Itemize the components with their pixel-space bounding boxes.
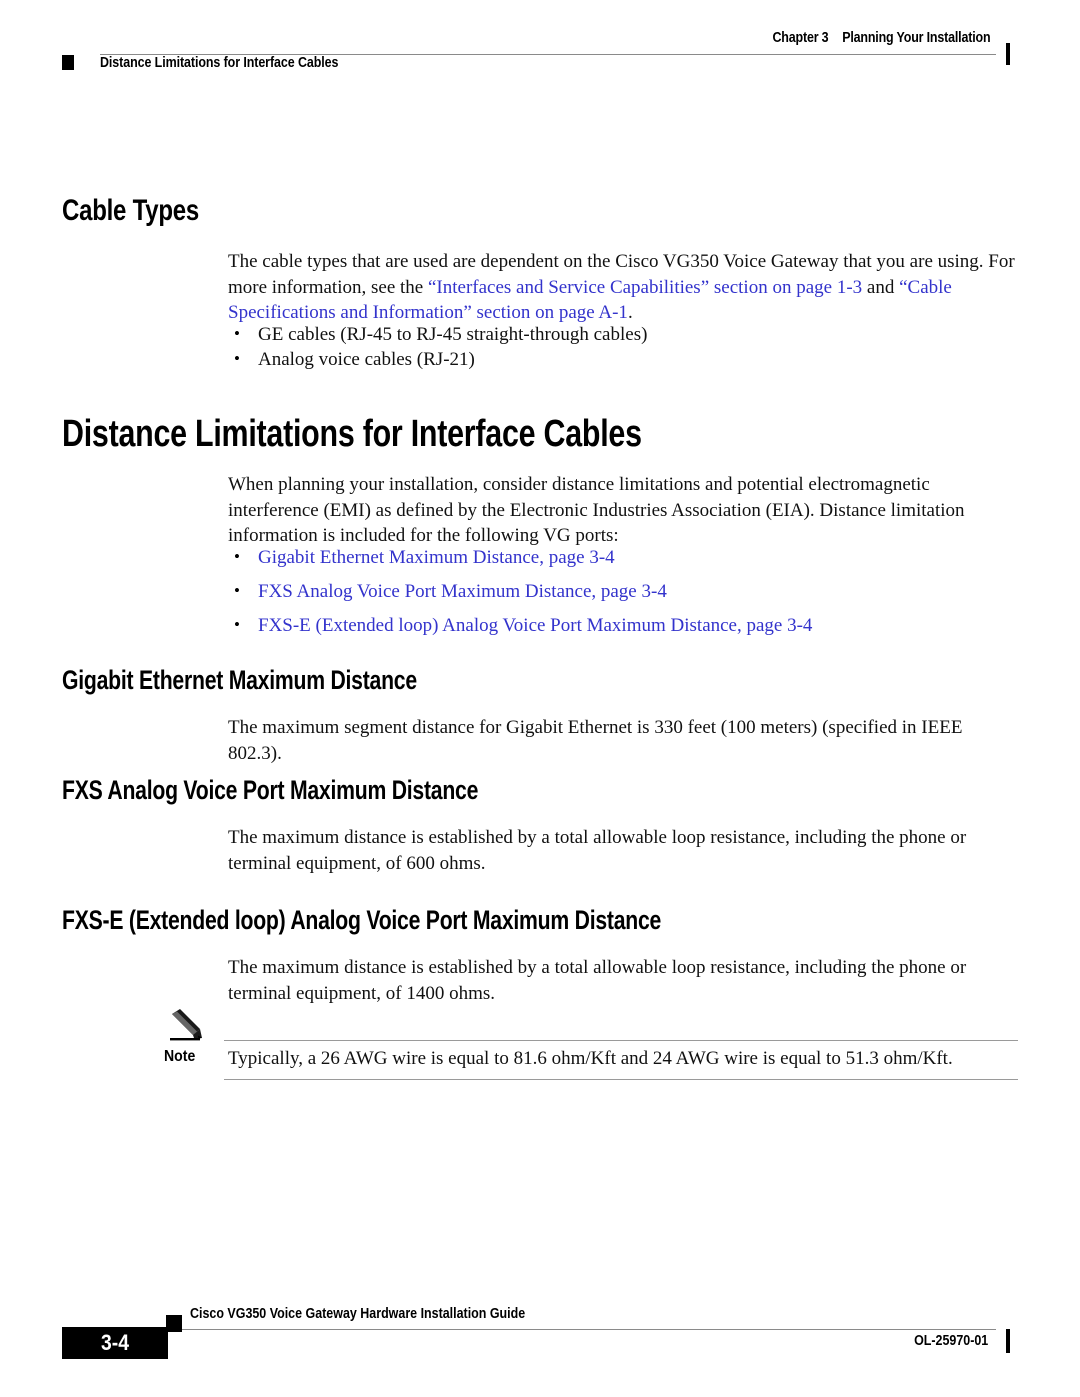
footer-guide-title: Cisco VG350 Voice Gateway Hardware Insta… <box>190 1306 526 1322</box>
header-running-title: Distance Limitations for Interface Cable… <box>100 55 339 71</box>
note-text: Typically, a 26 AWG wire is equal to 81.… <box>228 1048 953 1069</box>
link-fxs-analog-voice-port-maximum-distance[interactable]: FXS Analog Voice Port Maximum Distance, … <box>258 581 667 602</box>
link-fxs-e-analog-voice-port-maximum-distance[interactable]: FXS-E (Extended loop) Analog Voice Port … <box>258 615 812 636</box>
header-square-bullet-icon <box>62 55 74 70</box>
list-cable-types: GE cables (RJ-45 to RJ-45 straight-throu… <box>228 321 1018 372</box>
footer-page-number: 3-4 <box>101 1330 129 1355</box>
cable-types-end-text: . <box>627 302 633 323</box>
list-item: Analog voice cables (RJ-21) <box>228 346 1018 372</box>
header-chapter-title: Planning Your Installation <box>841 30 990 46</box>
link-interfaces-service-capabilities[interactable]: “Interfaces and Service Capabilities” se… <box>428 277 862 298</box>
note-divider-bottom <box>224 1079 1018 1080</box>
header-end-marker <box>1006 43 1010 65</box>
link-gigabit-ethernet-maximum-distance[interactable]: Gigabit Ethernet Maximum Distance, page … <box>258 547 615 568</box>
footer-document-id: OL-25970-01 <box>913 1333 988 1349</box>
paragraph-fxs-analog: The maximum distance is established by a… <box>228 827 967 874</box>
header-chapter-info: Chapter 3 Planning Your Installation <box>772 30 990 46</box>
heading-cable-types: Cable Types <box>62 194 199 227</box>
paragraph-fxs-e-analog: The maximum distance is established by a… <box>228 957 967 1004</box>
list-item: Gigabit Ethernet Maximum Distance, page … <box>228 544 1018 570</box>
paragraph-gigabit-ethernet: The maximum segment distance for Gigabit… <box>228 717 963 764</box>
list-distance-links: Gigabit Ethernet Maximum Distance, page … <box>228 544 1018 647</box>
footer-end-marker <box>1006 1329 1010 1353</box>
list-item: GE cables (RJ-45 to RJ-45 straight-throu… <box>228 321 1018 347</box>
paragraph-cable-types: The cable types that are used are depend… <box>228 249 1018 326</box>
document-page: Chapter 3 Planning Your Installation Dist… <box>0 0 1080 1397</box>
footer-divider <box>150 1329 996 1330</box>
list-item-label: GE cables (RJ-45 to RJ-45 straight-throu… <box>258 324 648 345</box>
page-footer: Cisco VG350 Voice Gateway Hardware Insta… <box>62 1303 1018 1359</box>
list-item-label: Analog voice cables (RJ-21) <box>258 349 475 370</box>
pencil-icon <box>168 1008 210 1044</box>
heading-gigabit-ethernet: Gigabit Ethernet Maximum Distance <box>62 665 417 695</box>
cable-types-mid-text: and <box>862 276 900 298</box>
list-item: FXS-E (Extended loop) Analog Voice Port … <box>228 612 1018 638</box>
heading-fxs-analog: FXS Analog Voice Port Maximum Distance <box>62 775 479 805</box>
list-item: FXS Analog Voice Port Maximum Distance, … <box>228 578 1018 604</box>
footer-square-bullet-icon <box>166 1315 182 1332</box>
note-divider-top <box>224 1040 1018 1041</box>
header-chapter-number: Chapter 3 <box>772 30 829 46</box>
note-label: Note <box>164 1048 196 1065</box>
heading-distance-limitations: Distance Limitations for Interface Cable… <box>62 413 642 455</box>
page-header: Chapter 3 Planning Your Installation Dist… <box>62 30 1018 82</box>
footer-page-box: 3-4 <box>62 1327 168 1359</box>
paragraph-distance-limitations: When planning your installation, conside… <box>228 474 965 546</box>
heading-fxs-e-analog: FXS-E (Extended loop) Analog Voice Port … <box>62 905 662 935</box>
